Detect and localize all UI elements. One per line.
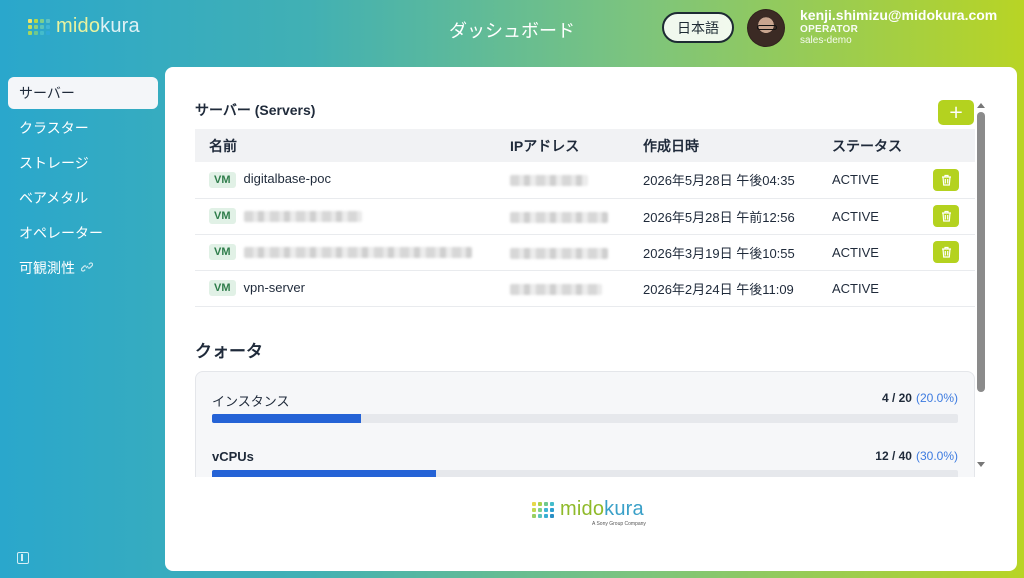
- avatar[interactable]: [747, 9, 785, 47]
- table-row[interactable]: VM 2026年3月19日 午後10:55 ACTIVE: [195, 234, 975, 271]
- column-header-status[interactable]: ステータス: [818, 129, 919, 162]
- quota-value: 12 / 40 (30.0%): [875, 449, 958, 463]
- scrollbar[interactable]: [977, 103, 985, 467]
- created-at: 2026年2月24日 午後11:09: [629, 270, 818, 307]
- redacted-server-name[interactable]: [243, 246, 472, 258]
- trash-icon: [941, 246, 951, 258]
- user-role: OPERATOR: [800, 24, 859, 35]
- quota-used: 4 / 20: [881, 391, 912, 405]
- user-email: kenji.shimizu@midokura.com: [800, 7, 998, 23]
- sidebar-item-clusters[interactable]: クラスター: [8, 112, 158, 144]
- redacted-ip: [510, 247, 608, 259]
- sidebar-collapse-icon[interactable]: [17, 552, 29, 564]
- footer-tagline: A Sony Group Company: [592, 521, 646, 527]
- server-name[interactable]: digitalbase-poc: [244, 171, 331, 186]
- quota-progress-bar: [212, 414, 958, 423]
- quota-progress-fill: [212, 470, 436, 477]
- redacted-ip: [510, 283, 602, 295]
- vm-badge: VM: [209, 280, 236, 297]
- status-badge: ACTIVE: [818, 234, 919, 271]
- footer-logo-end: kura: [604, 498, 644, 520]
- sidebar-item-observability[interactable]: 可観測性: [8, 252, 158, 284]
- redacted-ip: [510, 211, 608, 223]
- link-icon: [80, 261, 94, 276]
- midokura-logo[interactable]: midokura: [28, 15, 140, 38]
- sidebar-item-servers[interactable]: サーバー: [8, 77, 158, 109]
- redacted-ip: [510, 175, 588, 187]
- quota-label: vCPUs: [212, 449, 254, 464]
- server-name[interactable]: vpn-server: [244, 280, 305, 295]
- delete-button[interactable]: [933, 168, 959, 191]
- table-header-row: 名前 IPアドレス 作成日時 ステータス: [195, 129, 975, 162]
- logo-mark-icon: [532, 501, 554, 518]
- quota-title: クォータ: [195, 342, 263, 361]
- column-header-ip[interactable]: IPアドレス: [496, 129, 629, 162]
- vm-badge: VM: [209, 208, 236, 225]
- table-row[interactable]: VM vpn-server 2026年2月24日 午後11:09 ACTIVE: [195, 270, 975, 307]
- column-header-actions: [919, 129, 975, 162]
- status-badge: ACTIVE: [818, 270, 919, 307]
- sidebar-item-storage[interactable]: ストレージ: [8, 147, 158, 179]
- sidebar-item-baremetal[interactable]: ベアメタル: [8, 182, 158, 214]
- sidebar-item-operators[interactable]: オペレーター: [8, 217, 158, 249]
- created-at: 2026年5月28日 午後04:35: [629, 162, 818, 199]
- trash-icon: [941, 210, 951, 222]
- scroll-down-icon[interactable]: [977, 462, 985, 467]
- status-badge: ACTIVE: [818, 198, 919, 235]
- quota-value: 4 / 20 (20.0%): [882, 391, 958, 405]
- table-row[interactable]: VM digitalbase-poc 2026年5月28日 午後04:35 ACT…: [195, 162, 975, 199]
- scroll-up-icon[interactable]: [977, 103, 985, 108]
- redacted-server-name[interactable]: [243, 210, 362, 222]
- vm-badge: VM: [209, 244, 236, 261]
- sidebar-item-label: クラスター: [19, 121, 89, 137]
- column-header-created[interactable]: 作成日時: [629, 129, 818, 162]
- sidebar-item-label: ストレージ: [19, 156, 89, 172]
- footer-logo: midokura: [532, 498, 644, 521]
- language-button[interactable]: 日本語: [662, 12, 734, 43]
- quota-percent: (20.0%): [915, 391, 958, 405]
- sidebar-item-label: ベアメタル: [19, 191, 89, 207]
- logo-text-mid: mido: [56, 15, 101, 37]
- servers-title: サーバー (Servers): [195, 102, 316, 118]
- footer-logo-mid: mido: [560, 498, 605, 520]
- add-server-button[interactable]: +: [938, 100, 974, 125]
- sidebar-item-label: 可観測性: [19, 261, 75, 277]
- column-header-name[interactable]: 名前: [195, 129, 496, 162]
- delete-button[interactable]: [933, 241, 959, 263]
- quota-progress-fill: [212, 414, 362, 423]
- table-row[interactable]: VM 2026年5月28日 午前12:56 ACTIVE: [195, 198, 975, 235]
- scroll-thumb[interactable]: [977, 112, 985, 392]
- quota-percent: (30.0%): [915, 449, 958, 463]
- app-header: midokura ダッシュボード 日本語 kenji.shimizu@midok…: [0, 0, 1024, 58]
- sidebar-item-label: オペレーター: [19, 226, 103, 242]
- quota-progress-bar: [212, 470, 958, 477]
- quota-used: 12 / 40: [875, 449, 912, 463]
- quota-label: インスタンス: [212, 395, 290, 410]
- status-badge: ACTIVE: [818, 162, 919, 199]
- user-info[interactable]: kenji.shimizu@midokura.com OPERATOR sale…: [800, 7, 997, 46]
- quota-panel: インスタンス 4 / 20 (20.0%) vCPUs 12 / 40 (30.0%…: [195, 371, 975, 477]
- main-panel: サーバー (Servers) + 名前 IPアドレス 作成日時 ステータス VM…: [165, 67, 1017, 571]
- logo-mark-icon: [28, 18, 50, 35]
- delete-button[interactable]: [933, 205, 959, 227]
- sidebar-item-label: サーバー: [19, 86, 75, 102]
- trash-icon: [941, 174, 951, 186]
- vm-badge: VM: [209, 172, 236, 189]
- user-tenant: sales-demo: [800, 35, 852, 46]
- created-at: 2026年3月19日 午後10:55: [629, 234, 818, 271]
- servers-table: 名前 IPアドレス 作成日時 ステータス VM digitalbase-poc 2…: [195, 129, 975, 307]
- logo-text-end: kura: [100, 15, 140, 37]
- created-at: 2026年5月28日 午前12:56: [629, 198, 818, 235]
- sidebar: サーバー クラスター ストレージ ベアメタル オペレーター 可観測性: [8, 77, 158, 287]
